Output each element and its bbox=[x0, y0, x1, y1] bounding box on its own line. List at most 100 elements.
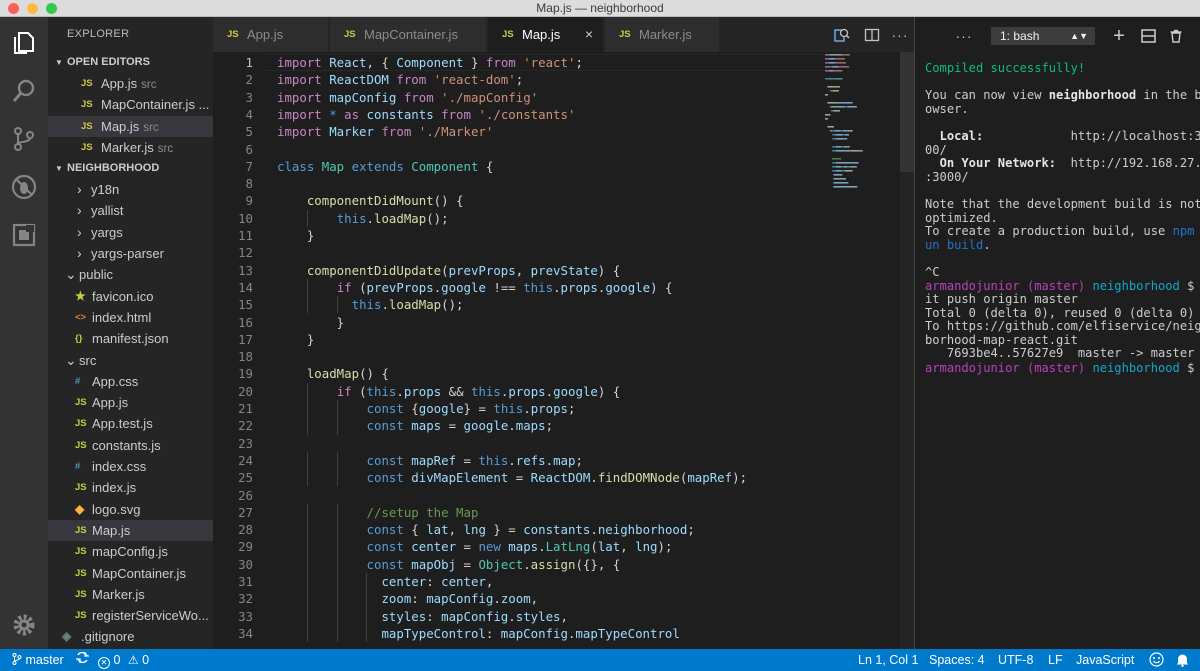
encoding[interactable]: UTF-8 bbox=[998, 649, 1033, 671]
project-section[interactable]: ▼ NEIGHBORHOOD bbox=[48, 158, 213, 179]
search-icon[interactable] bbox=[10, 77, 38, 105]
tree-item-json[interactable]: {} manifest.json bbox=[48, 328, 213, 349]
code-token: import bbox=[277, 124, 330, 140]
minimap[interactable] bbox=[823, 52, 883, 202]
line-ending[interactable]: LF bbox=[1048, 649, 1063, 671]
terminal-output[interactable]: Compiled successfully! You can now view n… bbox=[925, 61, 1200, 375]
scrollbar-thumb[interactable] bbox=[900, 52, 914, 172]
minimap-token bbox=[850, 130, 853, 132]
tree-item-js[interactable]: JS MapContainer.js bbox=[48, 563, 213, 584]
minimap-token bbox=[838, 66, 842, 68]
open-editor-item[interactable]: JS Marker.js src bbox=[48, 137, 213, 158]
open-editors-section[interactable]: ▼ OPEN EDITORS bbox=[48, 52, 213, 73]
code-token: Map bbox=[321, 158, 352, 174]
tree-item-svg[interactable]: ◆ logo.svg bbox=[48, 499, 213, 520]
code-line: } bbox=[277, 331, 314, 348]
tree-item-css[interactable]: # index.css bbox=[48, 456, 213, 477]
tree-item-js[interactable]: JS registerServiceWo... bbox=[48, 605, 213, 626]
tab-label: App.js bbox=[247, 27, 284, 42]
js-file-icon: JS bbox=[344, 29, 356, 40]
debug-icon[interactable] bbox=[10, 173, 38, 201]
minimap-token bbox=[842, 106, 845, 108]
feedback-smiley-icon[interactable] bbox=[1149, 649, 1164, 671]
tree-item-js[interactable]: JS mapConfig.js bbox=[48, 541, 213, 562]
indent-guide bbox=[336, 400, 338, 418]
tree-item-css[interactable]: # App.css bbox=[48, 371, 213, 392]
minimap-token bbox=[858, 162, 859, 164]
terminal-token: armandojunior bbox=[925, 278, 1027, 293]
explorer-icon[interactable] bbox=[10, 29, 38, 57]
js-file-icon: JS bbox=[619, 29, 631, 40]
tree-item-folder[interactable]: › yargs bbox=[48, 222, 213, 243]
tree-item-js[interactable]: JS App.js bbox=[48, 392, 213, 413]
code-token: './mapConfig' bbox=[441, 89, 539, 105]
code-token: this bbox=[351, 297, 382, 313]
indentation[interactable]: Spaces: 4 bbox=[929, 649, 985, 671]
tree-item-js[interactable]: JS constants.js bbox=[48, 435, 213, 456]
code-token: mapConfig bbox=[329, 89, 404, 105]
code-token: = bbox=[448, 418, 464, 434]
code-token: 'react-dom' bbox=[433, 72, 516, 88]
tree-item-git[interactable]: ◈ .gitignore bbox=[48, 626, 213, 647]
tree-item-html[interactable]: <> index.html bbox=[48, 307, 213, 328]
sync-icon[interactable] bbox=[76, 649, 89, 671]
tree-item-label: public bbox=[79, 267, 113, 283]
code-token: ; bbox=[545, 418, 554, 434]
source-control-icon[interactable] bbox=[10, 125, 38, 153]
split-terminal-icon[interactable] bbox=[1139, 27, 1157, 45]
problems-indicator[interactable]: ✕ 0 ⚠ 0 bbox=[98, 649, 149, 671]
open-editor-item[interactable]: JS Map.js src bbox=[48, 115, 213, 137]
tree-item-folder[interactable]: › y18n bbox=[48, 179, 213, 200]
editor-scrollbar[interactable] bbox=[900, 52, 914, 649]
language-mode[interactable]: JavaScript bbox=[1076, 649, 1134, 671]
new-terminal-icon[interactable]: + bbox=[1110, 25, 1128, 47]
branch-indicator[interactable]: master bbox=[12, 649, 64, 671]
minimap-token bbox=[838, 102, 839, 104]
extensions-icon[interactable] bbox=[10, 221, 38, 249]
split-editor-icon[interactable] bbox=[862, 25, 882, 45]
line-number: 30 bbox=[238, 556, 253, 572]
tab-mapcontainer-js[interactable]: JS MapContainer.js bbox=[330, 17, 487, 52]
minimap-token bbox=[843, 182, 845, 184]
tree-item-folder[interactable]: › yallist bbox=[48, 200, 213, 221]
tab-marker-js[interactable]: JS Marker.js bbox=[605, 17, 720, 52]
kill-terminal-icon[interactable] bbox=[1167, 27, 1185, 45]
code-token: (); bbox=[426, 210, 449, 226]
code-token: mapRef bbox=[411, 452, 464, 468]
code-token: { bbox=[411, 401, 419, 416]
more-icon[interactable]: ··· bbox=[955, 27, 973, 45]
minimap-token bbox=[825, 70, 830, 72]
close-tab-icon[interactable]: × bbox=[585, 17, 593, 52]
code-token: . bbox=[381, 297, 389, 313]
terminal-select[interactable]: 1: bash ▲▼ bbox=[991, 27, 1095, 45]
tree-item-folder-open[interactable]: ⌄ src bbox=[48, 350, 213, 371]
code-token: } bbox=[463, 55, 486, 70]
open-editor-item[interactable]: JS MapContainer.js ... bbox=[48, 94, 213, 115]
minimap-token bbox=[846, 166, 851, 168]
tree-item-js[interactable]: JS Marker.js bbox=[48, 584, 213, 605]
tab-app-js[interactable]: JS App.js bbox=[213, 17, 329, 52]
open-changes-icon[interactable] bbox=[832, 25, 852, 45]
tab-map-js[interactable]: JS Map.js × bbox=[488, 17, 604, 52]
terminal-token: npm r bbox=[1172, 224, 1195, 239]
open-editor-item[interactable]: JS App.js src bbox=[48, 73, 213, 94]
tree-item-js[interactable]: JS App.test.js bbox=[48, 413, 213, 434]
code-view[interactable]: 1 import React, { Component } from 'react… bbox=[213, 52, 914, 649]
tree-item-js[interactable]: JS index.js bbox=[48, 477, 213, 498]
terminal-line: 00/ bbox=[925, 143, 1195, 158]
code-line: } bbox=[277, 227, 314, 244]
tree-item-folder[interactable]: › yargs-parser bbox=[48, 243, 213, 264]
terminal-token: To https://github.com/elfiservice/neigh bbox=[925, 319, 1200, 334]
notifications-bell-icon[interactable] bbox=[1176, 649, 1189, 671]
tree-item-ico[interactable]: ★ favicon.ico bbox=[48, 286, 213, 307]
terminal-token: 7693be4..57627e9 master -> master bbox=[925, 346, 1195, 361]
tree-item-js[interactable]: JS Map.js bbox=[48, 519, 213, 542]
more-actions-icon[interactable]: ··· bbox=[890, 25, 910, 45]
settings-gear-icon[interactable] bbox=[10, 611, 38, 639]
terminal-token: owser. bbox=[925, 101, 969, 116]
minimap-token bbox=[855, 166, 857, 168]
code-token: () { bbox=[433, 193, 464, 209]
tree-item-folder-open[interactable]: ⌄ public bbox=[48, 264, 213, 285]
cursor-position[interactable]: Ln 1, Col 1 bbox=[858, 649, 918, 671]
